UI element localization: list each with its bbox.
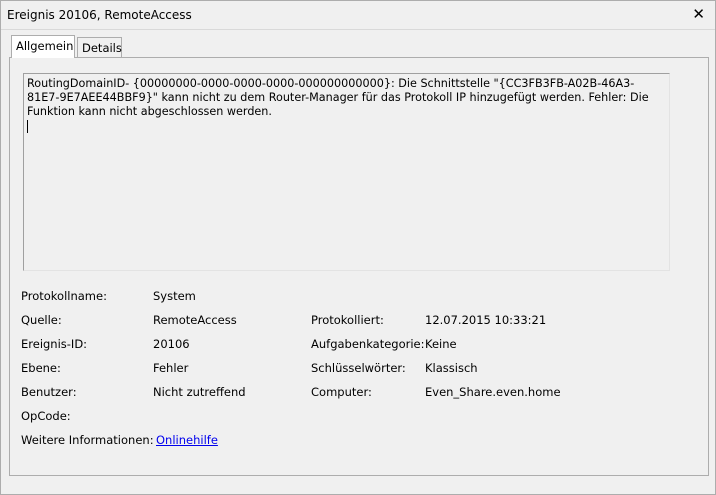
ereignis-id-label: Ereignis-ID: [21, 337, 88, 351]
aufgabenkategorie-label: Aufgabenkategorie: [311, 337, 425, 351]
tab-allgemein[interactable]: Allgemein [11, 35, 75, 58]
quelle-label: Quelle: [21, 313, 62, 327]
close-icon[interactable]: ✕ [692, 5, 705, 23]
text-caret [27, 119, 28, 133]
tab-details-label: Details [82, 41, 122, 55]
ereignis-id-value: 20106 [153, 337, 190, 351]
onlinehilfe-link[interactable]: Onlinehilfe [156, 433, 218, 447]
schluesselwoerter-label: Schlüsselwörter: [311, 361, 406, 375]
tab-allgemein-label: Allgemein [16, 39, 74, 53]
protokolliert-label: Protokolliert: [311, 313, 384, 327]
event-description-text: RoutingDomainID- {00000000-0000-0000-000… [27, 77, 649, 118]
protokollname-value: System [153, 289, 196, 303]
benutzer-label: Benutzer: [21, 385, 77, 399]
ebene-label: Ebene: [21, 361, 61, 375]
quelle-value: RemoteAccess [153, 313, 237, 327]
event-description-box[interactable]: RoutingDomainID- {00000000-0000-0000-000… [23, 73, 670, 271]
event-properties-window: Ereignis 20106, RemoteAccess ✕ Allgemein… [0, 0, 716, 495]
protokollname-label: Protokollname: [21, 289, 107, 303]
benutzer-value: Nicht zutreffend [153, 385, 246, 399]
opcode-label: OpCode: [21, 409, 71, 423]
ebene-value: Fehler [153, 361, 189, 375]
computer-value: Even_Share.even.home [425, 385, 561, 399]
protokolliert-value: 12.07.2015 10:33:21 [425, 313, 547, 327]
computer-label: Computer: [311, 385, 372, 399]
aufgabenkategorie-value: Keine [425, 337, 457, 351]
tab-details[interactable]: Details [77, 37, 122, 58]
schluesselwoerter-value: Klassisch [425, 361, 478, 375]
window-title: Ereignis 20106, RemoteAccess [7, 8, 192, 22]
weitere-informationen-label: Weitere Informationen: [21, 433, 154, 447]
title-bar: Ereignis 20106, RemoteAccess ✕ [1, 1, 715, 30]
